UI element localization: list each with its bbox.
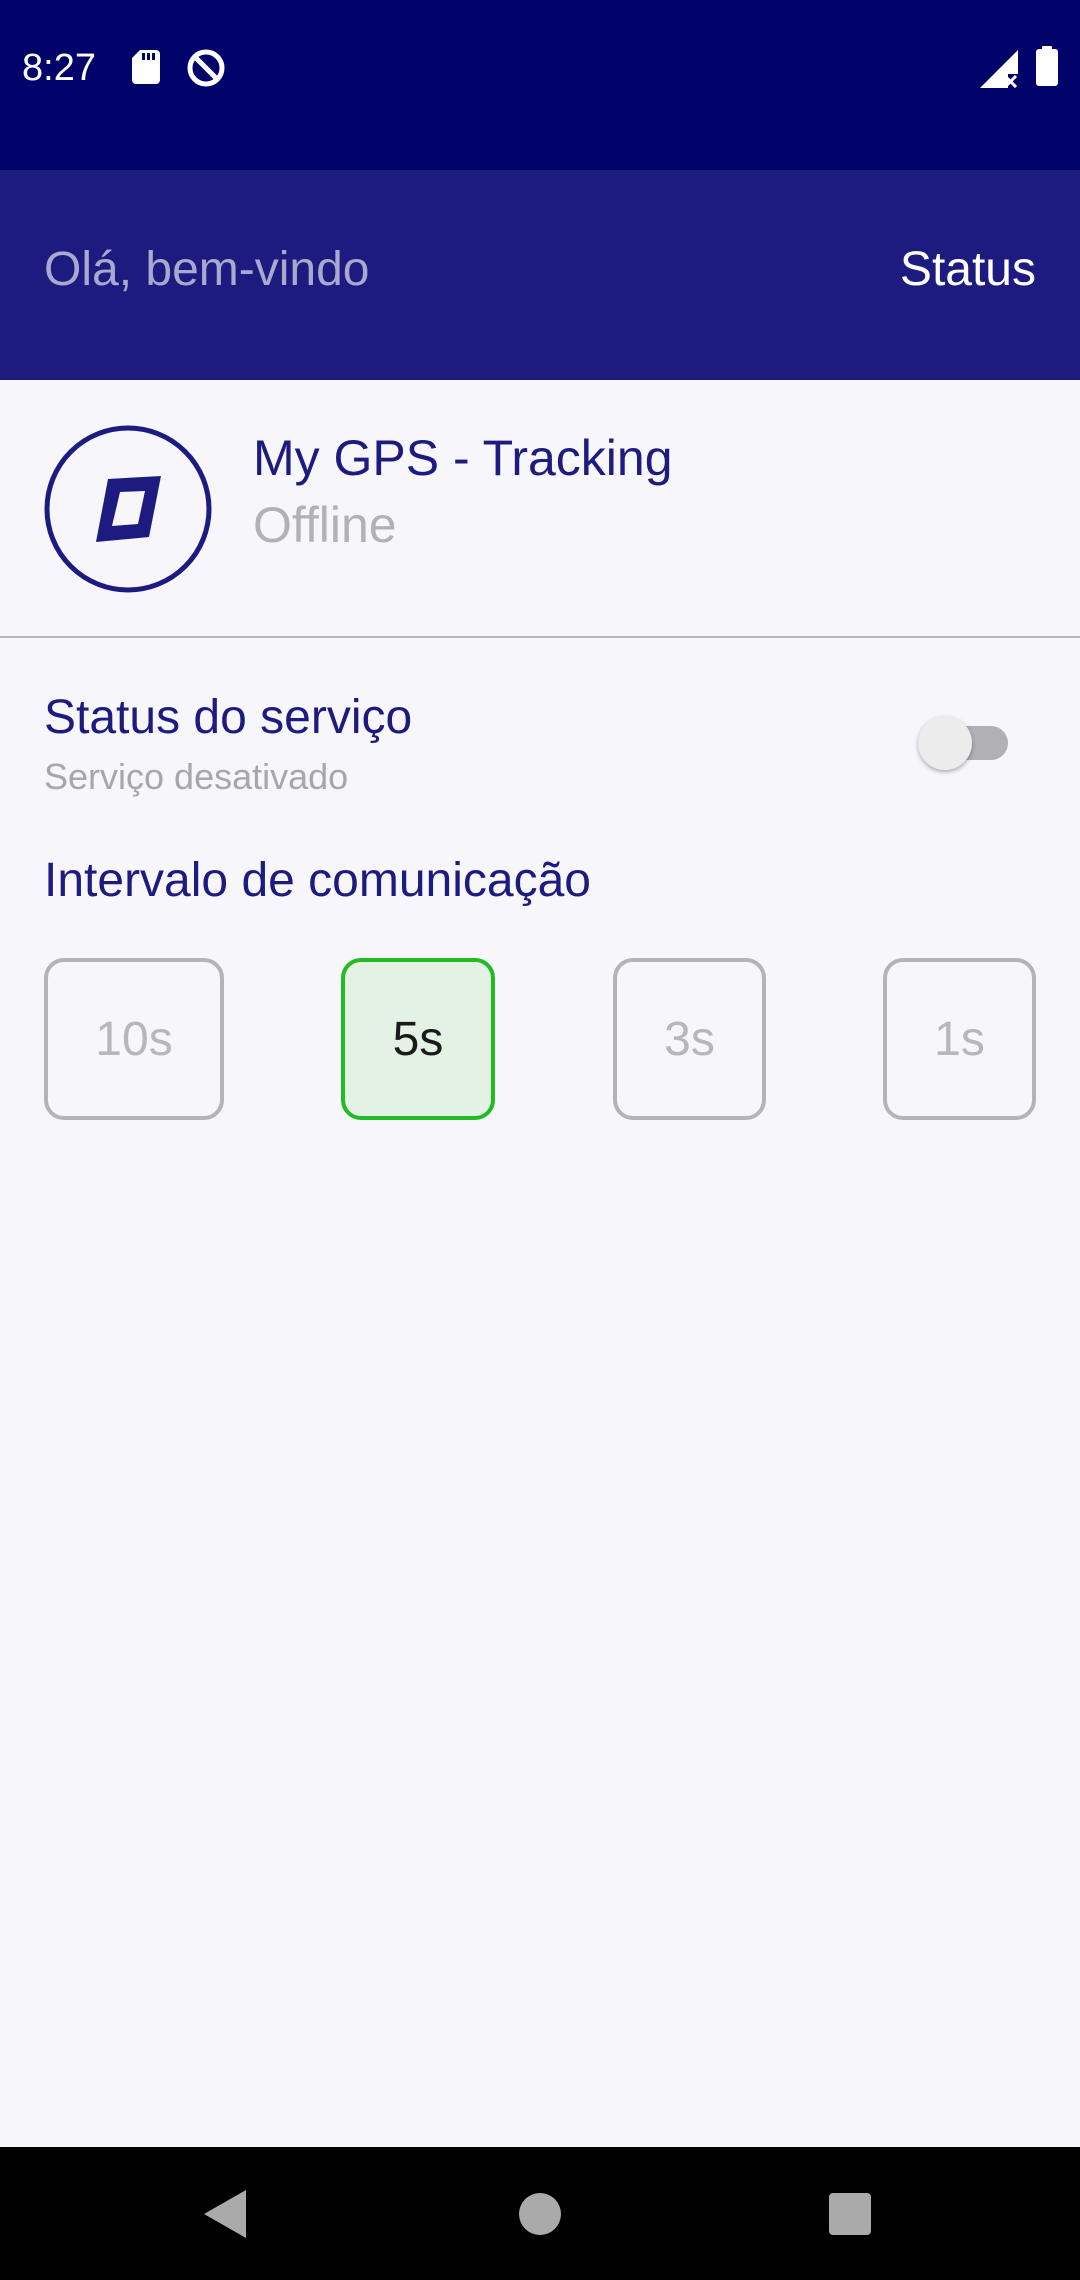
compass-logo-icon	[44, 425, 212, 593]
interval-option-1s[interactable]: 1s	[883, 958, 1036, 1120]
sd-card-icon	[132, 50, 160, 84]
system-status-bar: 8:27	[0, 0, 1080, 170]
system-navigation-bar	[0, 2147, 1080, 2280]
status-tab[interactable]: Status	[900, 230, 1036, 310]
no-disturb-icon	[187, 49, 225, 87]
service-status-title: Status do serviço	[44, 691, 413, 744]
interval-option-3s[interactable]: 3s	[613, 958, 766, 1120]
service-toggle[interactable]	[918, 716, 1008, 770]
service-status-subtitle: Serviço desativado	[44, 756, 349, 797]
toggle-thumb	[918, 716, 972, 770]
home-icon[interactable]	[519, 2193, 561, 2235]
interval-title: Intervalo de comunicação	[44, 854, 591, 907]
app-info-section: My GPS - Tracking Offline	[0, 380, 1080, 636]
signal-no-service-icon	[980, 50, 1018, 88]
header-greeting: Olá, bem-vindo	[44, 243, 370, 296]
battery-icon	[1036, 46, 1058, 86]
app-header: Olá, bem-vindo Status	[0, 170, 1080, 380]
app-name: My GPS - Tracking	[253, 430, 673, 486]
back-icon[interactable]	[204, 2190, 246, 2238]
interval-option-10s[interactable]: 10s	[44, 958, 224, 1120]
status-time: 8:27	[22, 47, 96, 89]
section-divider	[0, 636, 1080, 638]
recents-icon[interactable]	[829, 2193, 871, 2235]
connection-state: Offline	[253, 497, 397, 553]
interval-option-5s[interactable]: 5s	[341, 958, 495, 1120]
